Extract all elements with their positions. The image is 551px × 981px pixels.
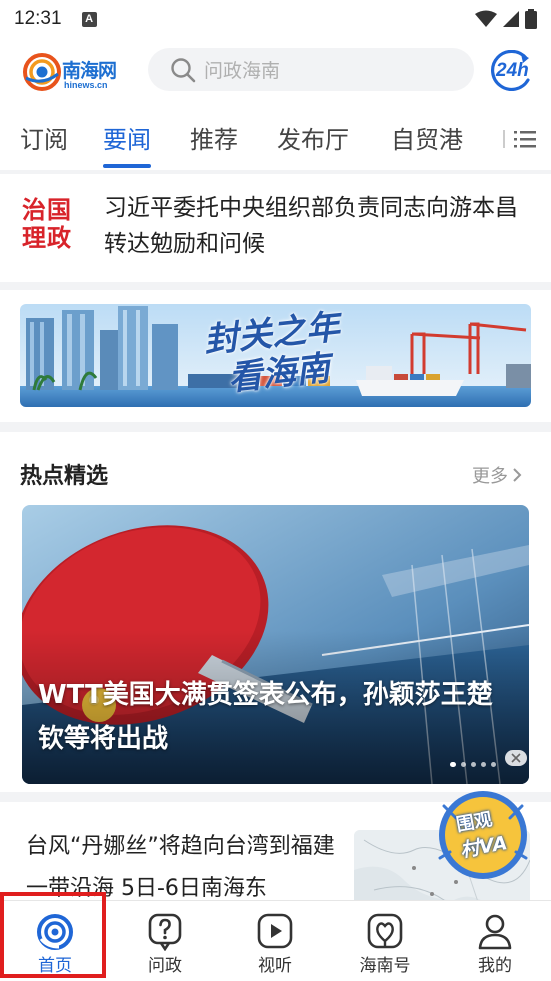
search-placeholder: 问政海南 (204, 60, 281, 82)
channel-tabs: 订阅 要闻 推荐 发布厅 自贸港 (0, 110, 551, 170)
news-title: 台风“丹娜丝”将趋向台湾到福建一带沿海 5日-6日南海东 (26, 834, 335, 901)
notification-icon: A (81, 11, 97, 27)
nav-hainan-account-label: 海南号 (359, 956, 411, 976)
tab-recommend[interactable]: 推荐 (190, 120, 238, 155)
nav-home-label: 首页 (38, 956, 72, 976)
signal-icon (503, 11, 519, 27)
more-link[interactable]: 更多 (472, 462, 522, 488)
divider (0, 282, 551, 290)
seal-line-2: 理政 (22, 224, 72, 252)
nav-profile-label: 我的 (478, 956, 512, 976)
battery-icon (525, 9, 537, 29)
tab-free-trade-port[interactable]: 自贸港 (391, 120, 463, 155)
headline-title: 习近平委托中央组织部负责同志向游本昌转达勉励和问候 (104, 195, 518, 257)
user-icon (478, 914, 512, 950)
headline-card[interactable]: 治国 理政 习近平委托中央组织部负责同志向游本昌转达勉励和问候 (0, 174, 551, 282)
hot-picks-header: 热点精选 更多 (0, 440, 551, 500)
play-icon (257, 913, 293, 949)
nav-home[interactable]: 首页 (0, 901, 110, 981)
channel-menu-icon[interactable] (500, 124, 540, 154)
featured-carousel[interactable]: WTT美国大满贯签表公布，孙颖莎王楚钦等将出战 (22, 505, 529, 784)
feature-caption: WTT美国大满贯签表公布，孙颖莎王楚钦等将出战 (38, 680, 493, 754)
tab-press-hall[interactable]: 发布厅 (277, 120, 349, 155)
home-swirl-icon (37, 914, 73, 950)
chevron-right-icon (513, 468, 522, 482)
logo-text: 南海网 (62, 60, 117, 82)
tab-headlines[interactable]: 要闻 (103, 120, 151, 155)
carousel-dot (461, 762, 466, 767)
more-label: 更多 (472, 466, 508, 487)
clock-badge-text: 24h (496, 60, 529, 81)
app-logo[interactable]: 南海网 hinews.cn (22, 48, 128, 94)
bottom-navigation: 首页 问政 视听 海南号 我的 (0, 900, 551, 981)
seal-line-1: 治国 (22, 196, 72, 224)
carousel-dot (450, 762, 456, 767)
status-bar: 12:31 A (0, 0, 551, 38)
24h-news-button[interactable]: 24h (488, 49, 536, 92)
nav-hainan-account[interactable]: 海南号 (330, 901, 440, 981)
nav-inquiry-label: 问政 (148, 956, 182, 976)
nav-video-label: 视听 (258, 956, 292, 976)
banner-title: 封关之年 看海南 (202, 307, 346, 401)
carousel-dot (471, 762, 476, 767)
app-header: 南海网 hinews.cn 问政海南 24h (0, 40, 551, 100)
status-icons (475, 9, 537, 29)
carousel-dot (491, 762, 496, 767)
nav-profile[interactable]: 我的 (440, 901, 550, 981)
carousel-indicator (450, 762, 496, 767)
close-icon[interactable] (505, 750, 527, 766)
active-tab-indicator (103, 164, 151, 168)
nav-inquiry[interactable]: 问政 (110, 901, 220, 981)
logo-subtext: hinews.cn (64, 80, 108, 90)
section-title: 热点精选 (20, 464, 109, 489)
search-input[interactable]: 问政海南 (148, 48, 474, 91)
hainan-account-icon (367, 913, 403, 949)
tab-subscribe[interactable]: 订阅 (20, 120, 68, 155)
nav-video[interactable]: 视听 (220, 901, 330, 981)
village-volleyball-badge[interactable]: 围观 村VA (436, 788, 530, 882)
question-bubble-icon (148, 913, 182, 951)
divider (0, 422, 551, 432)
status-time: 12:31 (14, 8, 62, 29)
carousel-dot (481, 762, 486, 767)
promo-banner[interactable]: 封关之年 看海南 (20, 304, 531, 407)
governance-seal-icon: 治国 理政 (22, 196, 80, 254)
search-icon (171, 57, 196, 82)
wifi-icon (475, 10, 497, 27)
